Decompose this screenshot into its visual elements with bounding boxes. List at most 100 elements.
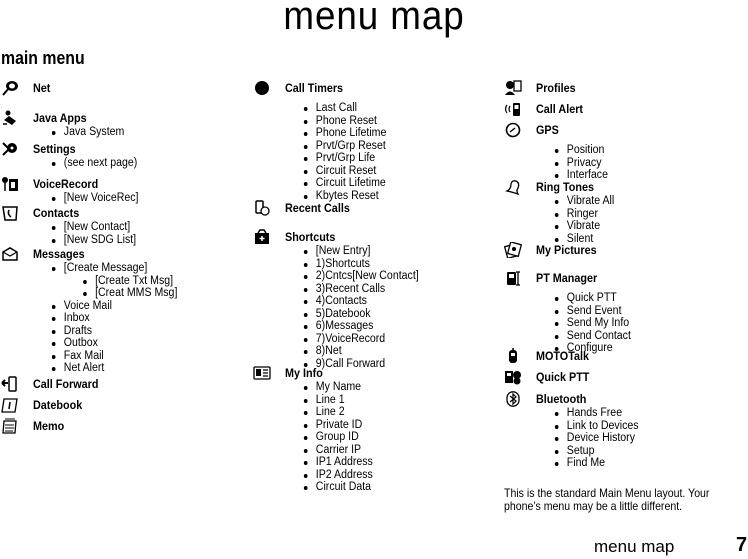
menu-entry-label: PT Manager — [536, 271, 598, 285]
menu-entry-profiles: Profiles — [503, 80, 580, 96]
submenu-item-label: [New SDG List] — [63, 233, 137, 246]
gps-icon — [503, 122, 523, 138]
shortcuts-icon — [252, 229, 272, 245]
settings-icon — [0, 141, 20, 157]
call-timers-icon — [252, 80, 272, 96]
submenu-item: (see next page) — [50, 157, 137, 170]
menu-entry-header: Contacts — [0, 205, 144, 221]
submenu-item-label: 4)Contacts — [315, 295, 367, 307]
mototalk-icon — [503, 348, 523, 364]
menu-entry-label: Bluetooth — [536, 392, 587, 406]
submenu-item-label: Position — [566, 144, 605, 156]
submenu-item-label: Drafts — [63, 324, 93, 337]
submenu-item: Last Call — [302, 102, 386, 115]
submenu-item-label: Carrier IP — [315, 443, 362, 456]
submenu-list: Hands Free Link to Devices Device History S… — [553, 407, 646, 470]
messages-icon — [0, 246, 20, 262]
submenu-item: Position — [553, 144, 608, 157]
menu-entry-label: Call Alert — [536, 102, 584, 116]
submenu-item: Vibrate All — [553, 195, 614, 208]
submenu-item-label: Line 1 — [315, 393, 345, 406]
recent-calls-icon — [252, 200, 272, 216]
java-apps-icon — [0, 110, 20, 126]
submenu-item-label: IP1 Address — [315, 456, 373, 468]
submenu-list: [New Contact] [New SDG List] — [50, 221, 144, 246]
submenu-item-label: [New Entry] — [315, 245, 371, 257]
menu-entry-datebook: Datebook — [0, 397, 88, 413]
submenu-item: 5)Datebook — [302, 308, 419, 321]
submenu-item: Carrier IP — [302, 444, 373, 457]
menu-entry-header: Net — [0, 80, 52, 96]
menu-entry-net: Net — [0, 80, 52, 96]
ring-tones-icon — [503, 179, 523, 195]
menu-entry-header: Recent Calls — [252, 200, 357, 216]
submenu-item: Circuit Lifetime — [302, 177, 386, 190]
submenu-item-label: My Name — [315, 381, 362, 393]
menu-entry-header: Shortcuts — [252, 229, 429, 245]
layout-note: This is the standard Main Menu layout. Y… — [504, 486, 710, 513]
menu-entry-label: GPS — [536, 123, 559, 137]
nested-submenu-item: [Creat MMS Msg] — [81, 287, 177, 300]
menu-entry-contacts: Contacts [New Contact] [New SDG List] — [0, 205, 144, 246]
page-number: 7 — [736, 534, 748, 556]
menu-entry-label: My Info — [285, 366, 323, 380]
menu-entry-label: My Pictures — [536, 243, 597, 257]
submenu-item-label: Prvt/Grp Life — [315, 152, 376, 164]
submenu-list: Quick PTT Send Event Send My Info Send Cont… — [553, 292, 638, 355]
bluetooth-icon — [503, 391, 523, 407]
menu-entry-label: Profiles — [536, 81, 576, 95]
submenu-item: 6)Messages — [302, 320, 419, 333]
submenu-item: Circuit Reset — [302, 165, 386, 178]
submenu-item: IP1 Address — [302, 456, 373, 469]
submenu-item: Circuit Data — [302, 481, 373, 494]
submenu-item: Private ID — [302, 419, 373, 432]
submenu-item-label: 7)VoiceRecord — [315, 332, 386, 345]
net-icon — [0, 80, 20, 96]
menu-entry-label: Java Apps — [33, 111, 87, 125]
submenu-list: [New Entry] 1)Shortcuts 2)Cntcs[New Contac… — [302, 245, 429, 370]
submenu-item: Group ID — [302, 431, 373, 444]
submenu-list: [Create Message] [Create Txt Msg] [Creat M… — [50, 262, 188, 375]
submenu-item-label: Setup — [566, 444, 595, 457]
submenu-item-label: Outbox — [63, 337, 98, 349]
submenu-item: [New Contact] — [50, 221, 136, 234]
submenu-item: 3)Recent Calls — [302, 283, 419, 296]
call-alert-icon — [503, 101, 523, 117]
submenu-item: Send Event — [553, 305, 631, 318]
submenu-list: Java System — [50, 126, 131, 139]
submenu-item: Ringer — [553, 208, 614, 221]
menu-entry-settings: Settings (see next page) — [0, 141, 145, 170]
submenu-item: Send Contact — [553, 330, 631, 343]
menu-entry-header: GPS — [503, 122, 613, 138]
submenu-item-label: [Create Message] — [63, 262, 148, 274]
submenu-item-label: Prvt/Grp Reset — [315, 139, 386, 152]
menu-entry-label: Messages — [33, 247, 85, 261]
menu-entry-label: Recent Calls — [285, 201, 350, 215]
submenu-list: Position Privacy Interface — [553, 144, 613, 182]
submenu-item-label: Send Event — [566, 304, 622, 317]
menu-entry-label: Quick PTT — [536, 370, 590, 384]
submenu-list: Vibrate All Ringer Vibrate Silent — [553, 195, 620, 245]
menu-entry-header: Java Apps — [0, 110, 131, 126]
my-pictures-icon — [503, 242, 523, 258]
menu-entry-label: Contacts — [33, 206, 80, 220]
menu-entry-header: Memo — [0, 418, 68, 434]
submenu-item-label: 8)Net — [315, 345, 342, 357]
menu-entry-bluetooth: Bluetooth Hands Free Link to Devices Device… — [503, 391, 646, 470]
menu-entry-header: My Info — [252, 365, 379, 381]
menu-entry-label: Datebook — [33, 398, 83, 412]
submenu-item: Find Me — [553, 457, 639, 470]
submenu-item-label: Ringer — [566, 207, 598, 220]
submenu-item-label: 6)Messages — [315, 320, 374, 332]
menu-entry-my-pictures: My Pictures — [503, 242, 603, 258]
menu-entry-call-forward: Call Forward — [0, 376, 106, 392]
submenu-item: Line 1 — [302, 394, 373, 407]
menu-entry-header: Call Alert — [503, 101, 588, 117]
submenu-item: Voice Mail — [50, 300, 177, 313]
submenu-item: [New VoiceRec] — [50, 192, 138, 205]
menu-entry-label: Shortcuts — [285, 230, 336, 244]
submenu-item: 1)Shortcuts — [302, 258, 419, 271]
submenu-item-label: Circuit Lifetime — [315, 177, 386, 189]
submenu-item-label: Circuit Data — [315, 481, 372, 493]
submenu-item-label: Send My Info — [566, 317, 630, 329]
